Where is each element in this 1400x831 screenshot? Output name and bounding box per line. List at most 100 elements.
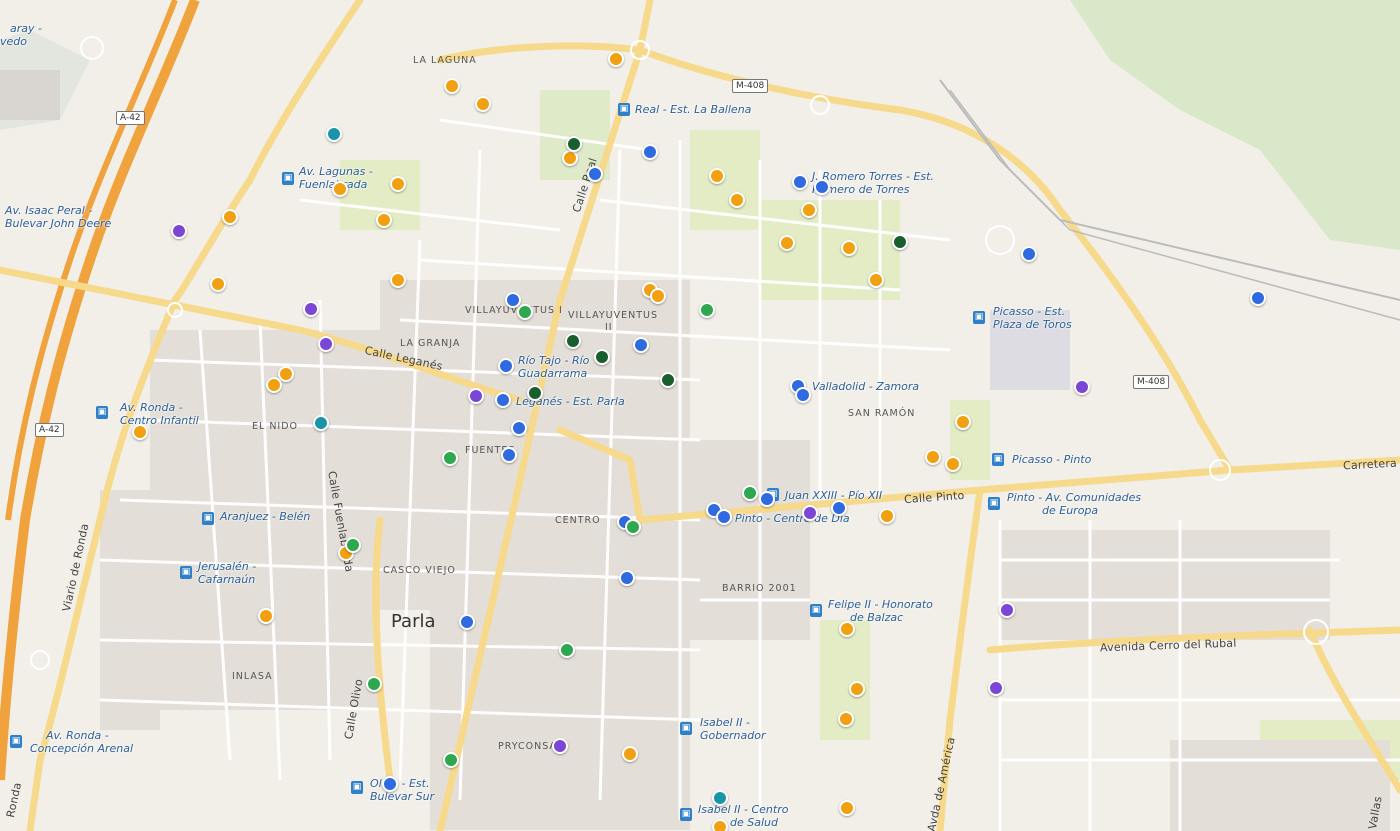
bus-stop-label[interactable]: Picasso - Pinto: [1012, 453, 1091, 466]
map-marker-blue[interactable]: [511, 420, 527, 436]
map-marker-orange[interactable]: [868, 272, 884, 288]
map-marker-blue[interactable]: [501, 447, 517, 463]
bus-stop-label[interactable]: aray - vedo: [0, 22, 42, 48]
map-marker-green[interactable]: [699, 302, 715, 318]
bus-stop-icon[interactable]: ▣: [680, 722, 692, 735]
map-marker-green[interactable]: [443, 752, 459, 768]
map-marker-teal[interactable]: [313, 415, 329, 431]
map-marker-darkgreen[interactable]: [660, 372, 676, 388]
bus-stop-icon[interactable]: ▣: [282, 172, 294, 185]
map-marker-orange[interactable]: [222, 209, 238, 225]
map-marker-purple[interactable]: [999, 602, 1015, 618]
map-marker-blue[interactable]: [633, 337, 649, 353]
map-marker-green[interactable]: [366, 676, 382, 692]
map-marker-darkgreen[interactable]: [565, 333, 581, 349]
map-marker-green[interactable]: [559, 642, 575, 658]
bus-stop-icon[interactable]: ▣: [96, 406, 108, 419]
bus-stop-label[interactable]: Juan XXIII - Pío XII: [785, 489, 882, 502]
bus-stop-icon[interactable]: ▣: [810, 604, 822, 617]
map-marker-orange[interactable]: [838, 711, 854, 727]
bus-stop-label[interactable]: Picasso - Est. Plaza de Toros: [993, 305, 1072, 331]
map-marker-green[interactable]: [517, 304, 533, 320]
bus-stop-icon[interactable]: ▣: [202, 512, 214, 525]
map-marker-orange[interactable]: [879, 508, 895, 524]
map-marker-darkgreen[interactable]: [892, 234, 908, 250]
map-marker-green[interactable]: [345, 537, 361, 553]
bus-stop-label[interactable]: Pinto - Centro de Día: [735, 512, 850, 525]
map-marker-orange[interactable]: [390, 272, 406, 288]
map-marker-orange[interactable]: [210, 276, 226, 292]
map-marker-darkgreen[interactable]: [594, 349, 610, 365]
map-marker-purple[interactable]: [1074, 379, 1090, 395]
bus-stop-label[interactable]: Av. Ronda - Concepción Arenal: [30, 729, 133, 755]
map-marker-orange[interactable]: [622, 746, 638, 762]
map-marker-orange[interactable]: [839, 621, 855, 637]
map-marker-orange[interactable]: [925, 449, 941, 465]
map-marker-orange[interactable]: [801, 202, 817, 218]
bus-stop-label[interactable]: Aranjuez - Belén: [220, 510, 310, 523]
map-marker-orange[interactable]: [266, 377, 282, 393]
bus-stop-icon[interactable]: ▣: [988, 497, 1000, 510]
map-marker-orange[interactable]: [258, 608, 274, 624]
bus-stop-label[interactable]: Valladolid - Zamora: [812, 380, 919, 393]
map-marker-purple[interactable]: [468, 388, 484, 404]
map-marker-orange[interactable]: [841, 240, 857, 256]
bus-stop-label[interactable]: Av. Isaac Peral - Bulevar John Deere: [5, 204, 111, 230]
map-marker-blue[interactable]: [619, 570, 635, 586]
map-marker-orange[interactable]: [849, 681, 865, 697]
bus-stop-label[interactable]: Av. Ronda - Centro Infantil: [120, 401, 199, 427]
bus-stop-label[interactable]: Olivo - Est. Bulevar Sur: [370, 777, 434, 803]
bus-stop-icon[interactable]: ▣: [992, 453, 1004, 466]
map-marker-purple[interactable]: [303, 301, 319, 317]
map-marker-green[interactable]: [625, 519, 641, 535]
map-marker-blue[interactable]: [642, 144, 658, 160]
map-marker-orange[interactable]: [562, 150, 578, 166]
bus-stop-label[interactable]: J. Romero Torres - Est. Romero de Torres: [812, 170, 934, 196]
map-marker-blue[interactable]: [831, 500, 847, 516]
bus-stop-icon[interactable]: ▣: [180, 566, 192, 579]
map-marker-blue[interactable]: [795, 387, 811, 403]
bus-stop-label[interactable]: Jerusalén - Cafarnaún: [198, 560, 256, 586]
bus-stop-icon[interactable]: ▣: [351, 781, 363, 794]
map-marker-purple[interactable]: [171, 223, 187, 239]
map-marker-orange[interactable]: [712, 819, 728, 831]
map-marker-blue[interactable]: [814, 179, 830, 195]
map-marker-purple[interactable]: [802, 505, 818, 521]
map-marker-blue[interactable]: [1021, 246, 1037, 262]
map-marker-orange[interactable]: [132, 424, 148, 440]
map-marker-blue[interactable]: [1250, 290, 1266, 306]
map-marker-darkgreen[interactable]: [566, 136, 582, 152]
map-marker-green[interactable]: [442, 450, 458, 466]
map-marker-orange[interactable]: [444, 78, 460, 94]
map-marker-purple[interactable]: [318, 336, 334, 352]
map-marker-orange[interactable]: [376, 212, 392, 228]
map-marker-teal[interactable]: [712, 790, 728, 806]
map-marker-teal[interactable]: [326, 126, 342, 142]
bus-stop-label[interactable]: Felipe II - Honorato de Balzac: [828, 598, 933, 624]
map-marker-orange[interactable]: [332, 181, 348, 197]
bus-stop-label[interactable]: Río Tajo - Río Guadarrama: [518, 354, 589, 380]
map-marker-orange[interactable]: [945, 456, 961, 472]
bus-stop-icon[interactable]: ▣: [618, 103, 630, 116]
map-marker-orange[interactable]: [839, 800, 855, 816]
map-marker-purple[interactable]: [552, 738, 568, 754]
map-marker-orange[interactable]: [955, 414, 971, 430]
map-marker-blue[interactable]: [759, 491, 775, 507]
map-marker-green[interactable]: [742, 485, 758, 501]
map-marker-orange[interactable]: [729, 192, 745, 208]
map-marker-blue[interactable]: [382, 776, 398, 792]
map-marker-purple[interactable]: [988, 680, 1004, 696]
map-marker-orange[interactable]: [709, 168, 725, 184]
bus-stop-icon[interactable]: ▣: [10, 735, 22, 748]
bus-stop-icon[interactable]: ▣: [973, 311, 985, 324]
map-marker-orange[interactable]: [779, 235, 795, 251]
bus-stop-label[interactable]: Isabel II - Gobernador: [700, 716, 765, 742]
map-marker-blue[interactable]: [587, 166, 603, 182]
map-marker-blue[interactable]: [792, 174, 808, 190]
map-marker-orange[interactable]: [475, 96, 491, 112]
map-marker-blue[interactable]: [716, 509, 732, 525]
map-canvas[interactable]: LA LAGUNA VILLAYUVENTUS I VILLAYUVENTUS …: [0, 0, 1400, 831]
bus-stop-icon[interactable]: ▣: [680, 808, 692, 821]
bus-stop-label[interactable]: Real - Est. La Ballena: [635, 103, 751, 116]
map-marker-orange[interactable]: [608, 51, 624, 67]
